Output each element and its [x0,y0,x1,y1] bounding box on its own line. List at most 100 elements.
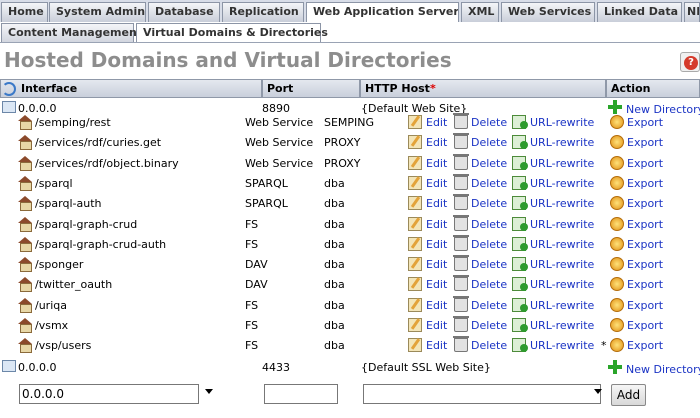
delete-link[interactable]: Delete [471,319,507,332]
edit-icon[interactable] [408,176,422,190]
url-rewrite-icon[interactable] [512,318,528,332]
export-link[interactable]: Export [627,157,663,170]
host-select[interactable] [363,384,601,404]
delete-link[interactable]: Delete [471,157,507,170]
export-link[interactable]: Export [627,339,663,352]
export-icon[interactable] [610,277,624,291]
edit-icon[interactable] [408,237,422,251]
url-rewrite-icon[interactable] [512,237,528,251]
chevron-down-icon[interactable] [205,389,213,394]
url-rewrite-link[interactable]: URL-rewrite [530,278,594,291]
edit-link[interactable]: Edit [426,238,447,251]
export-link[interactable]: Export [627,238,663,251]
server-icon[interactable] [2,101,16,113]
url-rewrite-link[interactable]: URL-rewrite [530,319,594,332]
url-rewrite-link[interactable]: URL-rewrite [530,238,594,251]
edit-link[interactable]: Edit [426,299,447,312]
edit-link[interactable]: Edit [426,197,447,210]
tab-linked-data[interactable]: Linked Data [597,2,682,22]
edit-icon[interactable] [408,277,422,291]
export-icon[interactable] [610,298,624,312]
url-rewrite-icon[interactable] [512,196,528,210]
tab-xml[interactable]: XML [461,2,499,22]
export-icon[interactable] [610,135,624,149]
export-icon[interactable] [610,237,624,251]
url-rewrite-icon[interactable] [512,277,528,291]
edit-icon[interactable] [408,115,422,129]
add-button[interactable]: Add [611,384,646,406]
edit-icon[interactable] [408,217,422,231]
tab-system-admin[interactable]: System Admin [49,2,146,22]
tab-home[interactable]: Home [1,2,48,22]
export-link[interactable]: Export [627,177,663,190]
interface-select[interactable]: 0.0.0.0 [19,384,199,404]
export-icon[interactable] [610,156,624,170]
edit-link[interactable]: Edit [426,136,447,149]
tab-web-application-server[interactable]: Web Application Server [306,2,459,23]
delete-link[interactable]: Delete [471,339,507,352]
trash-icon[interactable] [453,316,469,332]
edit-link[interactable]: Edit [426,116,447,129]
export-icon[interactable] [610,176,624,190]
trash-icon[interactable] [453,174,469,190]
export-icon[interactable] [610,257,624,271]
url-rewrite-link[interactable]: URL-rewrite [530,299,594,312]
plus-icon[interactable] [608,360,622,374]
export-icon[interactable] [610,196,624,210]
edit-icon[interactable] [408,156,422,170]
edit-link[interactable]: Edit [426,177,447,190]
url-rewrite-link[interactable]: URL-rewrite [530,218,594,231]
delete-link[interactable]: Delete [471,197,507,210]
chevron-down-icon[interactable] [594,389,602,394]
tab-content-management[interactable]: Content Management [1,23,142,42]
trash-icon[interactable] [453,255,469,271]
tab-database[interactable]: Database [148,2,220,22]
tab-nntp[interactable]: NNTP [684,2,700,22]
plus-icon[interactable] [608,100,622,114]
export-link[interactable]: Export [627,278,663,291]
delete-link[interactable]: Delete [471,278,507,291]
export-link[interactable]: Export [627,218,663,231]
url-rewrite-icon[interactable] [512,135,528,149]
url-rewrite-icon[interactable] [512,257,528,271]
url-rewrite-link[interactable]: URL-rewrite [530,157,594,170]
edit-link[interactable]: Edit [426,278,447,291]
server-icon[interactable] [2,360,16,372]
edit-link[interactable]: Edit [426,339,447,352]
url-rewrite-icon[interactable] [512,115,528,129]
url-rewrite-icon[interactable] [512,156,528,170]
trash-icon[interactable] [453,296,469,312]
url-rewrite-link[interactable]: URL-rewrite [530,339,594,352]
export-link[interactable]: Export [627,116,663,129]
trash-icon[interactable] [453,215,469,231]
edit-link[interactable]: Edit [426,319,447,332]
url-rewrite-icon[interactable] [512,217,528,231]
export-link[interactable]: Export [627,319,663,332]
help-button[interactable]: ? [680,52,700,72]
export-link[interactable]: Export [627,258,663,271]
url-rewrite-link[interactable]: URL-rewrite [530,116,594,129]
trash-icon[interactable] [453,235,469,251]
port-input[interactable] [264,384,338,404]
edit-icon[interactable] [408,298,422,312]
export-link[interactable]: Export [627,136,663,149]
refresh-icon[interactable] [2,82,16,96]
edit-icon[interactable] [408,257,422,271]
edit-icon[interactable] [408,196,422,210]
url-rewrite-icon[interactable] [512,338,528,352]
edit-icon[interactable] [408,135,422,149]
url-rewrite-icon[interactable] [512,298,528,312]
export-icon[interactable] [610,318,624,332]
url-rewrite-link[interactable]: URL-rewrite [530,197,594,210]
url-rewrite-link[interactable]: URL-rewrite [530,177,594,190]
edit-icon[interactable] [408,318,422,332]
url-rewrite-link[interactable]: URL-rewrite [530,136,594,149]
new-directory-link[interactable]: New Directory [626,363,700,376]
delete-link[interactable]: Delete [471,116,507,129]
trash-icon[interactable] [453,194,469,210]
export-icon[interactable] [610,115,624,129]
edit-link[interactable]: Edit [426,157,447,170]
delete-link[interactable]: Delete [471,177,507,190]
export-link[interactable]: Export [627,197,663,210]
tab-web-services[interactable]: Web Services [501,2,595,22]
